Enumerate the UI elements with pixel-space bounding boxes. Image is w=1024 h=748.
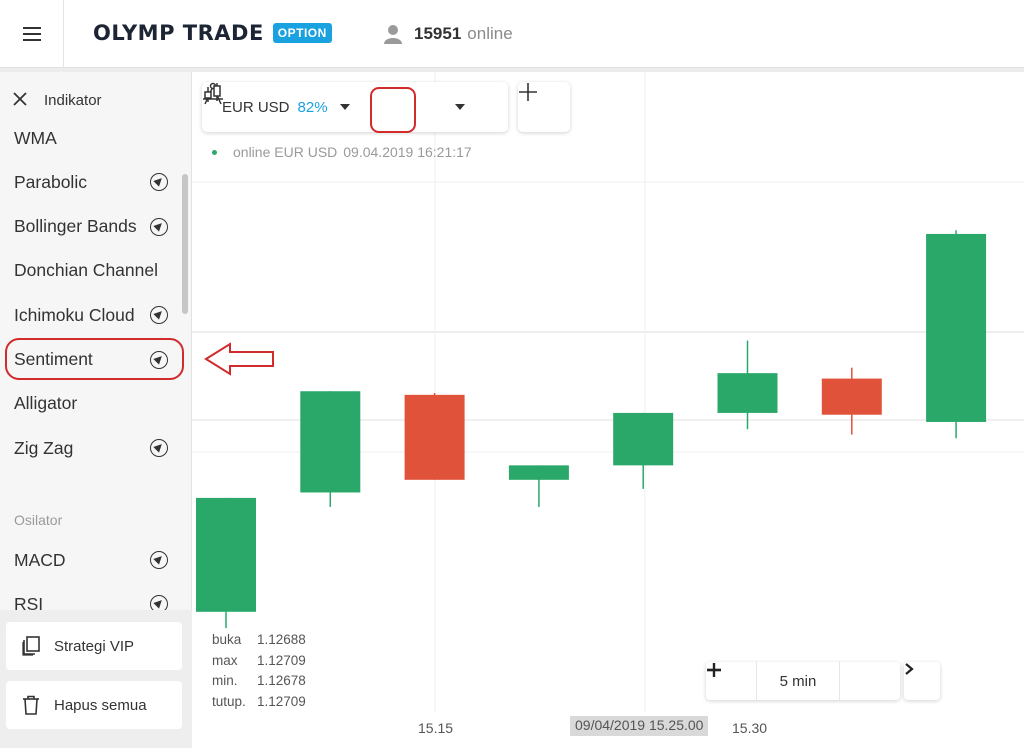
chevron-down-icon <box>455 104 465 110</box>
max-label: max <box>212 652 238 668</box>
plus-icon <box>519 83 537 101</box>
plus-icon <box>707 663 721 677</box>
indicator-label: Donchian Channel <box>14 260 158 281</box>
asset-selector[interactable]: EUR USD 82% <box>202 82 367 132</box>
timeframe-value: 5 min <box>756 662 840 700</box>
brand-badge: OPTION <box>272 23 332 43</box>
indicator-label: Bollinger Bands <box>14 216 137 237</box>
price-chart[interactable]: EUR USD 82% online EUR USD 09.04.2019 16… <box>192 72 1024 748</box>
status-datetime: 09.04.2019 16:21:17 <box>343 144 472 160</box>
indicator-label: Ichimoku Cloud <box>14 304 135 325</box>
indicator-item[interactable]: Sentiment <box>0 338 184 382</box>
user-icon <box>384 25 402 44</box>
drawing-tools-button[interactable] <box>203 82 411 129</box>
candle-body[interactable] <box>821 378 882 415</box>
top-header: OLYMP TRADE OPTION 15951 online <box>0 0 1024 68</box>
candle-body[interactable] <box>926 233 987 422</box>
navigate-icon[interactable] <box>150 306 168 325</box>
ohlc-readout: buka 1.12688 max 1.12709 min. 1.12678 tutup… <box>212 630 306 712</box>
strategy-vip-button[interactable]: Strategi VIP <box>6 622 182 670</box>
candle-body[interactable] <box>300 391 361 493</box>
indicator-label: MACD <box>14 549 66 570</box>
candlestick-chart[interactable] <box>192 72 1024 748</box>
x-tick-1: 15.15 <box>418 720 454 736</box>
asset-payout: 82% <box>297 98 328 116</box>
sidebar-header: Indikator <box>0 86 192 114</box>
max-value: 1.12709 <box>257 652 306 668</box>
x-tick-2: 15.30 <box>732 720 768 736</box>
asset-name: EUR USD <box>222 98 290 116</box>
indicator-label: Alligator <box>14 393 78 414</box>
close-icon <box>13 92 27 106</box>
status-label: online EUR USD <box>233 144 338 160</box>
close-sidebar-button[interactable] <box>8 86 38 114</box>
candles <box>196 230 987 629</box>
cursor-time-label: 09/04/2019 15.25.00 <box>570 716 709 736</box>
brand-logo[interactable]: OLYMP TRADE OPTION <box>93 20 332 46</box>
indicator-item[interactable]: Parabolic <box>0 160 184 204</box>
chart-toolbar: EUR USD 82% <box>202 82 508 132</box>
hamburger-icon <box>22 27 41 41</box>
indicator-item[interactable]: WMA <box>0 116 184 160</box>
min-value: 1.12678 <box>257 673 306 688</box>
app-root: OLYMP TRADE OPTION 15951 online Indikato… <box>0 0 1024 748</box>
indicator-item[interactable]: Alligator <box>0 382 184 426</box>
indicator-sidebar: Indikator WMA Parabolic Bollinger Bands Don… <box>0 72 192 748</box>
chart-status: online EUR USD 09.04.2019 16:21:17 <box>212 144 472 160</box>
arrow-left-icon <box>204 342 274 376</box>
trash-icon <box>22 695 40 715</box>
online-count: 15951 <box>414 24 462 43</box>
navigate-icon[interactable] <box>150 551 168 569</box>
candle-body[interactable] <box>404 394 465 480</box>
hamburger-menu-button[interactable] <box>0 0 64 68</box>
indicator-item[interactable]: Donchian Channel <box>0 249 184 293</box>
candle-body[interactable] <box>613 412 674 466</box>
open-value: 1.12688 <box>257 632 306 647</box>
indicator-label: WMA <box>14 127 57 148</box>
indicator-item[interactable]: MACD <box>0 538 184 582</box>
strategy-vip-label: Strategi VIP <box>54 637 135 655</box>
copy-icon <box>22 636 40 656</box>
navigate-icon[interactable] <box>150 217 168 236</box>
online-label: online <box>467 24 513 43</box>
timeframe-control: 5 min <box>706 662 900 700</box>
timeframe-increase-button[interactable] <box>707 662 890 700</box>
online-users: 15951 online <box>384 22 513 46</box>
navigate-icon[interactable] <box>150 173 168 192</box>
clear-all-button[interactable]: Hapus semua <box>6 681 182 729</box>
chart-type-selector[interactable] <box>204 82 497 132</box>
add-chart-button[interactable] <box>518 82 570 132</box>
online-dot-icon <box>212 149 217 155</box>
min-label: min. <box>212 673 238 688</box>
scroll-right-button[interactable] <box>904 662 940 700</box>
indicator-label: Parabolic <box>14 171 87 192</box>
candle-body[interactable] <box>196 497 256 612</box>
candlestick-icon <box>204 83 221 102</box>
open-label: buka <box>212 632 242 647</box>
close-value: 1.12709 <box>257 693 306 709</box>
navigate-icon[interactable] <box>150 439 168 458</box>
brand-name: OLYMP TRADE <box>93 21 264 45</box>
sidebar-title: Indikator <box>44 91 102 109</box>
sidebar-scrollbar[interactable] <box>182 174 188 314</box>
clear-all-label: Hapus semua <box>54 696 147 714</box>
chevron-down-icon <box>339 104 350 110</box>
indicator-label: Zig Zag <box>14 437 74 458</box>
chevron-right-icon <box>905 663 914 675</box>
candle-body[interactable] <box>508 465 569 480</box>
candle-body[interactable] <box>717 373 778 413</box>
indicator-item[interactable]: Zig Zag <box>0 426 184 470</box>
section-osilator: Osilator <box>14 512 63 528</box>
navigate-icon[interactable] <box>150 350 168 369</box>
indicator-label: Sentiment <box>14 349 93 369</box>
indicator-item[interactable]: Ichimoku Cloud <box>0 293 184 337</box>
close-label: tutup. <box>212 693 246 709</box>
indicator-item[interactable]: Bollinger Bands <box>0 205 184 249</box>
